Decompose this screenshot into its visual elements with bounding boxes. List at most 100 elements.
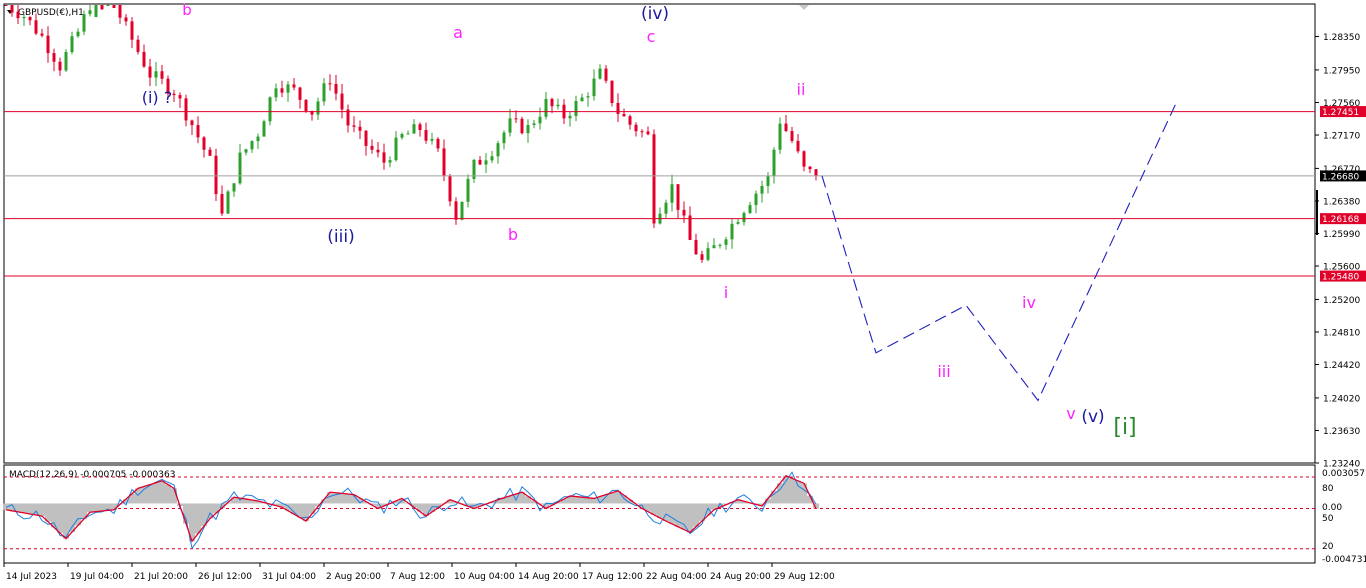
candle-body (796, 140, 800, 152)
macd-histogram-bar (609, 492, 615, 504)
candle-body (478, 159, 482, 165)
wave-label: (iii) (327, 227, 354, 247)
candle-body (316, 101, 320, 115)
candle-body (172, 93, 176, 96)
candle-body (520, 118, 524, 134)
macd-tick-label: 50 (1322, 514, 1334, 524)
candle-body (196, 125, 200, 138)
candle-body (160, 71, 164, 79)
candle (112, 5, 116, 9)
candle-body (10, 5, 14, 13)
macd-tick-label: 20 (1322, 542, 1334, 552)
candle-body (268, 97, 272, 122)
candle-body (724, 239, 728, 245)
time-tick-label: 24 Aug 20:00 (710, 572, 771, 582)
candle-body (568, 115, 572, 119)
candle-body (466, 178, 470, 202)
candle-body (250, 141, 254, 150)
candle-body (340, 93, 344, 110)
candle-body (784, 123, 788, 132)
candle-body (352, 125, 356, 127)
candle-body (676, 184, 680, 210)
price-tick-label: 1.26770 (1323, 165, 1360, 175)
candle-body (436, 138, 440, 149)
candle-body (634, 124, 638, 132)
candle-body (394, 137, 398, 161)
candle (610, 80, 614, 107)
price-tick-label: 1.24810 (1323, 328, 1360, 338)
candle-body (586, 96, 590, 98)
candle-body (412, 124, 416, 134)
wave-label: c (647, 27, 656, 46)
wave-label: b (508, 225, 518, 244)
candle (652, 129, 656, 229)
macd-histogram-bar (159, 480, 165, 504)
candle-body (766, 175, 770, 186)
wave-label: i (724, 283, 728, 302)
candle-body (790, 131, 794, 141)
candle-body (178, 95, 182, 99)
wave-label: ii (797, 80, 806, 99)
macd-histogram-bar (147, 484, 153, 504)
candle-body (652, 134, 656, 224)
price-tick-label: 1.25990 (1323, 230, 1360, 240)
candle-body (496, 143, 500, 157)
candle-body (730, 223, 734, 240)
candle-body (22, 17, 26, 19)
candle-body (136, 39, 140, 52)
candle-body (406, 133, 410, 135)
candle-body (40, 33, 44, 36)
candle-body (502, 132, 506, 144)
time-tick-label: 7 Aug 12:00 (390, 572, 445, 582)
macd-histogram-bar (153, 482, 159, 504)
candle-body (670, 184, 674, 203)
candle-body (298, 87, 302, 100)
price-tick-label: 1.27170 (1323, 132, 1360, 142)
candle-body (760, 185, 764, 194)
candle-body (148, 66, 152, 78)
candle-body (58, 61, 62, 71)
macd-histogram-bar (789, 478, 795, 504)
time-tick-label: 21 Jul 20:00 (134, 572, 188, 582)
candle-body (334, 83, 338, 94)
macd-histogram-bar (345, 494, 351, 504)
time-tick-label: 10 Aug 04:00 (454, 572, 515, 582)
macd-histogram-bar (675, 503, 681, 527)
time-tick-label: 14 Jul 2023 (6, 572, 57, 582)
candle-body (598, 68, 602, 79)
candle-body (454, 201, 458, 220)
candle-body (202, 137, 206, 150)
candle (82, 10, 86, 36)
candle-body (430, 138, 434, 141)
candle-body (82, 14, 86, 32)
macd-histogram-bar (669, 503, 675, 524)
candle-body (550, 98, 554, 107)
wave-label: a (453, 23, 463, 42)
candle-body (388, 160, 392, 163)
candle-body (580, 97, 584, 102)
macd-tick-label: 0.00 (1322, 503, 1342, 513)
candle (304, 99, 308, 113)
price-tick-label: 1.26380 (1323, 197, 1360, 207)
candle-body (802, 151, 806, 167)
time-tick-label: 22 Aug 04:00 (646, 572, 707, 582)
candle-body (184, 98, 188, 121)
candle-body (538, 116, 542, 124)
macd-tick-label: -0.004731 (1322, 555, 1366, 565)
macd-histogram-bar (99, 503, 105, 512)
price-label: 1.27451 (1322, 108, 1359, 118)
time-tick-label: 14 Aug 20:00 (518, 572, 579, 582)
candle-body (526, 124, 530, 134)
macd-histogram-bar (783, 475, 789, 504)
candle-body (706, 248, 710, 260)
candle-body (304, 99, 308, 111)
candle (268, 96, 272, 126)
candle-body (142, 51, 146, 67)
candle-body (46, 35, 50, 54)
price-chart[interactable]: GBPUSD(€),H1 MACD(12,26,9) -0.000705 -0.… (0, 0, 1366, 588)
candle-body (514, 118, 518, 120)
macd-histogram-bar (681, 503, 687, 530)
price-tick-label: 1.24420 (1323, 361, 1360, 371)
candle-body (214, 155, 218, 195)
macd-label: MACD(12,26,9) -0.000705 -0.000363 (9, 470, 175, 480)
